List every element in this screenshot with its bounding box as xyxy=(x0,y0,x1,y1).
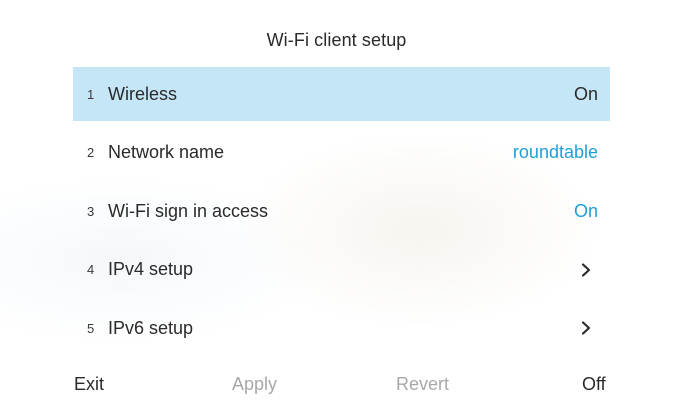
menu-item-number: 1 xyxy=(87,86,95,102)
menu-item-wireless[interactable]: 1 Wireless On xyxy=(73,67,610,121)
menu-item-network-name[interactable]: 2 Network name roundtable xyxy=(73,126,610,180)
settings-menu: 1 Wireless On 2 Network name roundtable … xyxy=(73,67,610,360)
menu-item-value: On xyxy=(573,200,598,221)
chevron-right-icon xyxy=(581,321,591,335)
menu-item-ipv4-setup[interactable]: 4 IPv4 setup xyxy=(73,243,610,297)
page-title: Wi-Fi client setup xyxy=(266,30,407,50)
menu-item-value: On xyxy=(573,83,598,104)
menu-item-wifi-sign-in-access[interactable]: 3 Wi-Fi sign in access On xyxy=(73,184,610,238)
chevron-right-icon xyxy=(581,262,591,277)
menu-item-number: 4 xyxy=(87,262,95,277)
menu-item-label: IPv4 setup xyxy=(108,259,194,279)
apply-softkey[interactable]: Apply xyxy=(232,374,277,395)
menu-item-value: roundtable xyxy=(512,142,598,162)
wifi-client-setup-screen: Wi-Fi client setup 1 Wireless On 2 Netwo… xyxy=(0,0,673,405)
menu-item-label: Network name xyxy=(108,142,225,162)
menu-item-number: 2 xyxy=(87,145,95,160)
revert-softkey[interactable]: Revert xyxy=(396,374,449,395)
menu-item-number: 5 xyxy=(87,320,95,336)
menu-item-label: IPv6 setup xyxy=(108,317,194,338)
menu-item-label: Wi-Fi sign in access xyxy=(108,200,269,221)
exit-softkey[interactable]: Exit xyxy=(74,374,104,395)
menu-item-number: 3 xyxy=(87,203,95,219)
off-softkey[interactable]: Off xyxy=(582,374,606,395)
menu-item-label: Wireless xyxy=(108,83,178,104)
menu-item-ipv6-setup[interactable]: 5 IPv6 setup xyxy=(73,301,610,355)
softkey-bar: Exit Apply Revert Off xyxy=(0,374,673,402)
